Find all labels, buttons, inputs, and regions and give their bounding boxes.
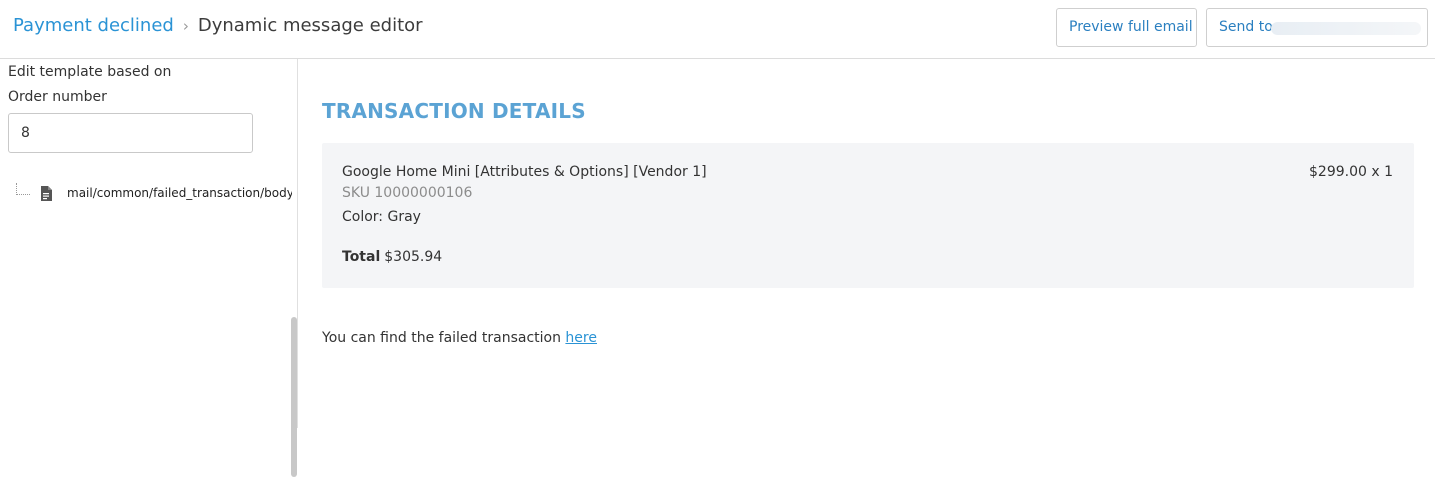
page-title: Dynamic message editor <box>197 15 423 36</box>
failed-transaction-text: You can find the failed transaction here <box>322 330 597 346</box>
order-number-input[interactable] <box>8 113 253 153</box>
tree-file-name: mail/common/failed_transaction/body.twig <box>67 186 292 200</box>
transaction-details-title: TRANSACTION DETAILS <box>322 99 586 123</box>
failed-transaction-link[interactable]: here <box>565 330 597 346</box>
order-number-label: Order number <box>8 89 107 105</box>
file-icon <box>40 186 52 203</box>
footer-text: You can find the failed transaction <box>322 330 561 346</box>
preview-full-email-button[interactable]: Preview full email <box>1056 8 1197 47</box>
item-total: Total $305.94 <box>342 249 442 265</box>
page-header: Payment declined › Dynamic message editor … <box>0 0 1435 59</box>
item-color: Color: Gray <box>342 209 421 225</box>
total-value: $305.94 <box>384 249 443 265</box>
breadcrumb-separator: › <box>182 17 189 35</box>
total-label: Total <box>342 249 381 265</box>
breadcrumb-payment-declined-link[interactable]: Payment declined <box>13 15 174 36</box>
item-price: $299.00 x 1 <box>1309 164 1393 180</box>
tree-connector <box>16 183 30 195</box>
sidebar: Edit template based on Order number mail… <box>0 59 298 477</box>
send-to-button[interactable]: Send to <box>1206 8 1428 47</box>
redacted-recipient <box>1271 22 1421 35</box>
message-preview: TRANSACTION DETAILS Google Home Mini [At… <box>299 59 1435 428</box>
tree-item-body-twig[interactable]: mail/common/failed_transaction/body.twig <box>0 183 292 203</box>
item-sku: SKU 10000000106 <box>342 185 473 201</box>
breadcrumb: Payment declined › Dynamic message editor <box>13 14 423 38</box>
send-to-label: Send to <box>1219 19 1273 35</box>
transaction-item-panel: Google Home Mini [Attributes & Options] … <box>322 143 1414 288</box>
sidebar-scrollbar[interactable] <box>291 317 297 477</box>
item-name: Google Home Mini [Attributes & Options] … <box>342 164 707 180</box>
template-source-label: Edit template based on <box>8 64 172 80</box>
